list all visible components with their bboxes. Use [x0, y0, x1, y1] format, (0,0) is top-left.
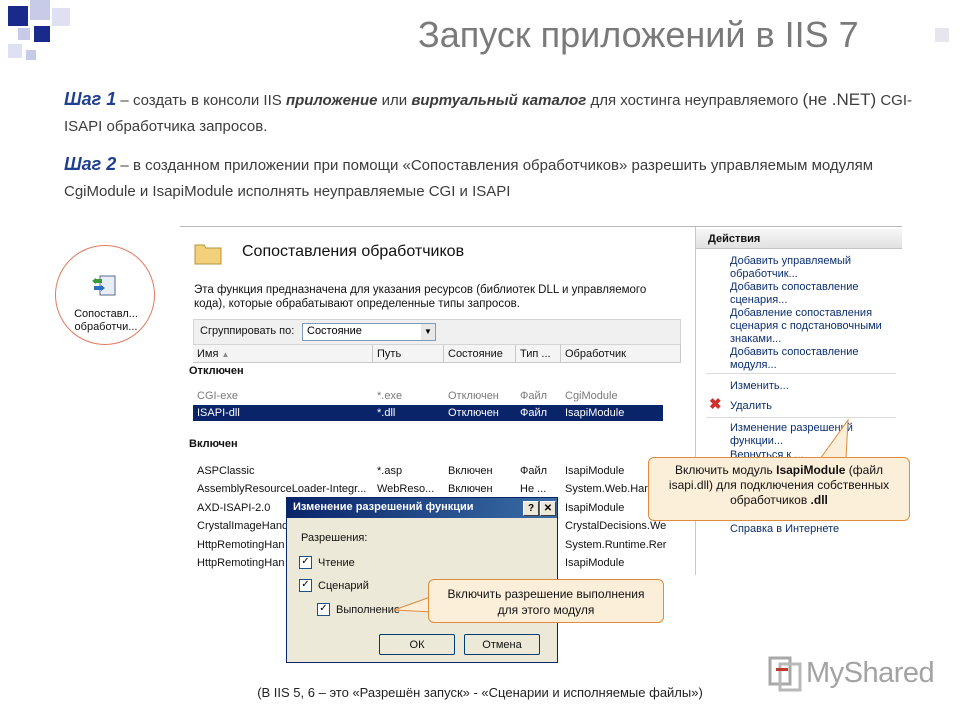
action-add-wildcard-script-map[interactable]: Добавление сопоставления сценария с подс…: [730, 307, 895, 346]
folder-icon: [194, 244, 222, 265]
table-cell-selected[interactable]: ISAPI-dll: [197, 406, 367, 421]
chevron-down-icon[interactable]: ▼: [421, 324, 435, 340]
execute-label: Выполнение: [336, 604, 401, 616]
callout-text: Включить модуль: [674, 463, 777, 477]
table-cell: IsapiModule: [565, 465, 625, 477]
group-by-label: Сгруппировать по:: [200, 325, 295, 337]
decor-square: [26, 50, 36, 60]
table-cell: Отключен: [448, 390, 499, 402]
table-cell: *.exe: [377, 390, 403, 402]
step-text: – в созданном приложении при помощи «Соп…: [64, 157, 874, 200]
delete-icon: ✖: [709, 396, 722, 413]
decor-square: [8, 44, 22, 58]
table-cell[interactable]: AssemblyResourceLoader-Integr...: [197, 482, 369, 497]
column-header-state[interactable]: Состояние: [444, 345, 516, 363]
table-cell-selected: Отключен: [448, 407, 499, 419]
action-online-help[interactable]: Справка в Интернете: [730, 523, 895, 536]
table-cell: WebReso...: [377, 483, 435, 495]
table-cell: IsapiModule: [565, 502, 625, 514]
column-header-type[interactable]: Тип ...: [516, 345, 561, 363]
handler-mappings-icon: [92, 275, 116, 296]
callout-bold: .dll: [810, 493, 828, 507]
action-add-managed-handler[interactable]: Добавить управляемый обработчик...: [730, 255, 895, 281]
feature-description: Эта функция предназначена для указания р…: [194, 284, 647, 310]
step-2: Шаг 2 – в созданном приложении при помощ…: [64, 151, 924, 205]
icon-label: Сопоставл... обработчи...: [56, 308, 156, 334]
table-cell-selected: Файл: [520, 407, 548, 419]
group-by-bar: Сгруппировать по: Состояние ▼: [193, 319, 681, 345]
dialog-title: Изменение разрешений функции: [293, 501, 474, 513]
table-cell[interactable]: ASPClassic: [197, 464, 367, 479]
step-text: (не .NET): [802, 90, 877, 109]
table-cell: Включен: [448, 483, 493, 495]
cancel-button[interactable]: Отмена: [464, 634, 540, 655]
step-text: для хостинга неуправляемого: [586, 92, 803, 109]
callout-pointer: [819, 418, 849, 460]
read-checkbox[interactable]: ✓: [299, 556, 312, 569]
column-header-name[interactable]: Имя ▲: [193, 345, 373, 363]
slide-footer: (В IIS 5, 6 – это «Разрешён запуск» - «С…: [257, 685, 703, 700]
step-text: или: [377, 92, 412, 109]
handler-mappings-icon-circle[interactable]: Сопоставл... обработчи...: [55, 245, 155, 345]
action-delete[interactable]: Удалить: [730, 400, 895, 413]
script-checkbox[interactable]: ✓: [299, 579, 312, 592]
table-cell: CgiModule: [565, 390, 618, 402]
close-button[interactable]: ✕: [540, 501, 556, 516]
sort-icon: ▲: [221, 350, 230, 359]
table-cell: Файл: [520, 390, 548, 402]
execute-checkbox[interactable]: ✓: [317, 603, 330, 616]
decor-square: [52, 8, 70, 26]
group-by-value: Состояние: [307, 325, 362, 337]
table-cell[interactable]: CGI-exe: [197, 389, 367, 404]
group-header-disabled: Отключен: [189, 365, 244, 377]
group-header-enabled: Включен: [189, 438, 238, 450]
table-cell-selected: *.dll: [377, 407, 396, 419]
ok-button[interactable]: ОК: [379, 634, 455, 655]
actions-pane: Действия Добавить управляемый обработчик…: [695, 227, 902, 575]
table-cell: Включен: [448, 465, 493, 477]
read-label: Чтение: [318, 557, 355, 569]
script-label: Сценарий: [318, 580, 369, 592]
table-cell: IsapiModule: [565, 557, 625, 569]
decor-square: [8, 6, 28, 26]
action-add-script-map[interactable]: Добавить сопоставление сценария...: [730, 281, 895, 307]
callout-isapi-module: Включить модуль IsapiModule (файл isapi.…: [648, 457, 910, 521]
group-by-select[interactable]: Состояние ▼: [302, 323, 436, 341]
decor-square: [935, 28, 949, 42]
step-emph: виртуальный каталог: [411, 92, 587, 109]
table-cell[interactable]: HttpRemotingHan: [197, 556, 287, 571]
icon-label-line2: обработчи...: [74, 321, 138, 333]
table-cell[interactable]: HttpRemotingHan: [197, 538, 287, 553]
help-button[interactable]: ?: [523, 501, 539, 516]
divider: [706, 373, 896, 374]
permissions-label: Разрешения:: [301, 532, 368, 544]
table-cell: Файл: [520, 465, 548, 477]
column-header-handler[interactable]: Обработчик: [561, 345, 681, 363]
slide-title: Запуск приложений в IIS 7: [418, 14, 859, 55]
decor-square: [30, 0, 50, 20]
decor-square: [18, 28, 30, 40]
step-1: Шаг 1 – создать в консоли IIS приложение…: [64, 86, 924, 140]
table-cell[interactable]: AXD-ISAPI-2.0: [197, 501, 297, 516]
table-cell[interactable]: CrystalImageHand: [197, 519, 287, 534]
step-emph: приложение: [285, 92, 378, 109]
action-add-module-mapping[interactable]: Добавить сопоставление модуля...: [730, 346, 895, 372]
decor-square: [34, 26, 50, 42]
table-cell: System.Runtime.Rer: [565, 539, 667, 551]
step-1-label: Шаг 1: [64, 89, 117, 109]
column-header-label: Имя: [197, 348, 219, 360]
table-cell: CrystalDecisions.We: [565, 520, 667, 532]
table-cell: *.asp: [377, 465, 403, 477]
column-header-path[interactable]: Путь: [373, 345, 444, 363]
action-edit[interactable]: Изменить...: [730, 380, 895, 393]
step-2-label: Шаг 2: [64, 154, 117, 174]
table-cell: Не ...: [520, 483, 547, 495]
callout-bold: IsapiModule: [776, 463, 846, 477]
step-text: – создать в консоли IIS: [116, 92, 286, 109]
callout-execute-permission: Включить разрешение выполнения для этого…: [428, 579, 664, 623]
actions-header: Действия: [696, 229, 902, 249]
table-cell-selected: IsapiModule: [565, 407, 625, 419]
feature-heading: Сопоставления обработчиков: [242, 243, 465, 260]
icon-label-line1: Сопоставл...: [74, 308, 138, 320]
